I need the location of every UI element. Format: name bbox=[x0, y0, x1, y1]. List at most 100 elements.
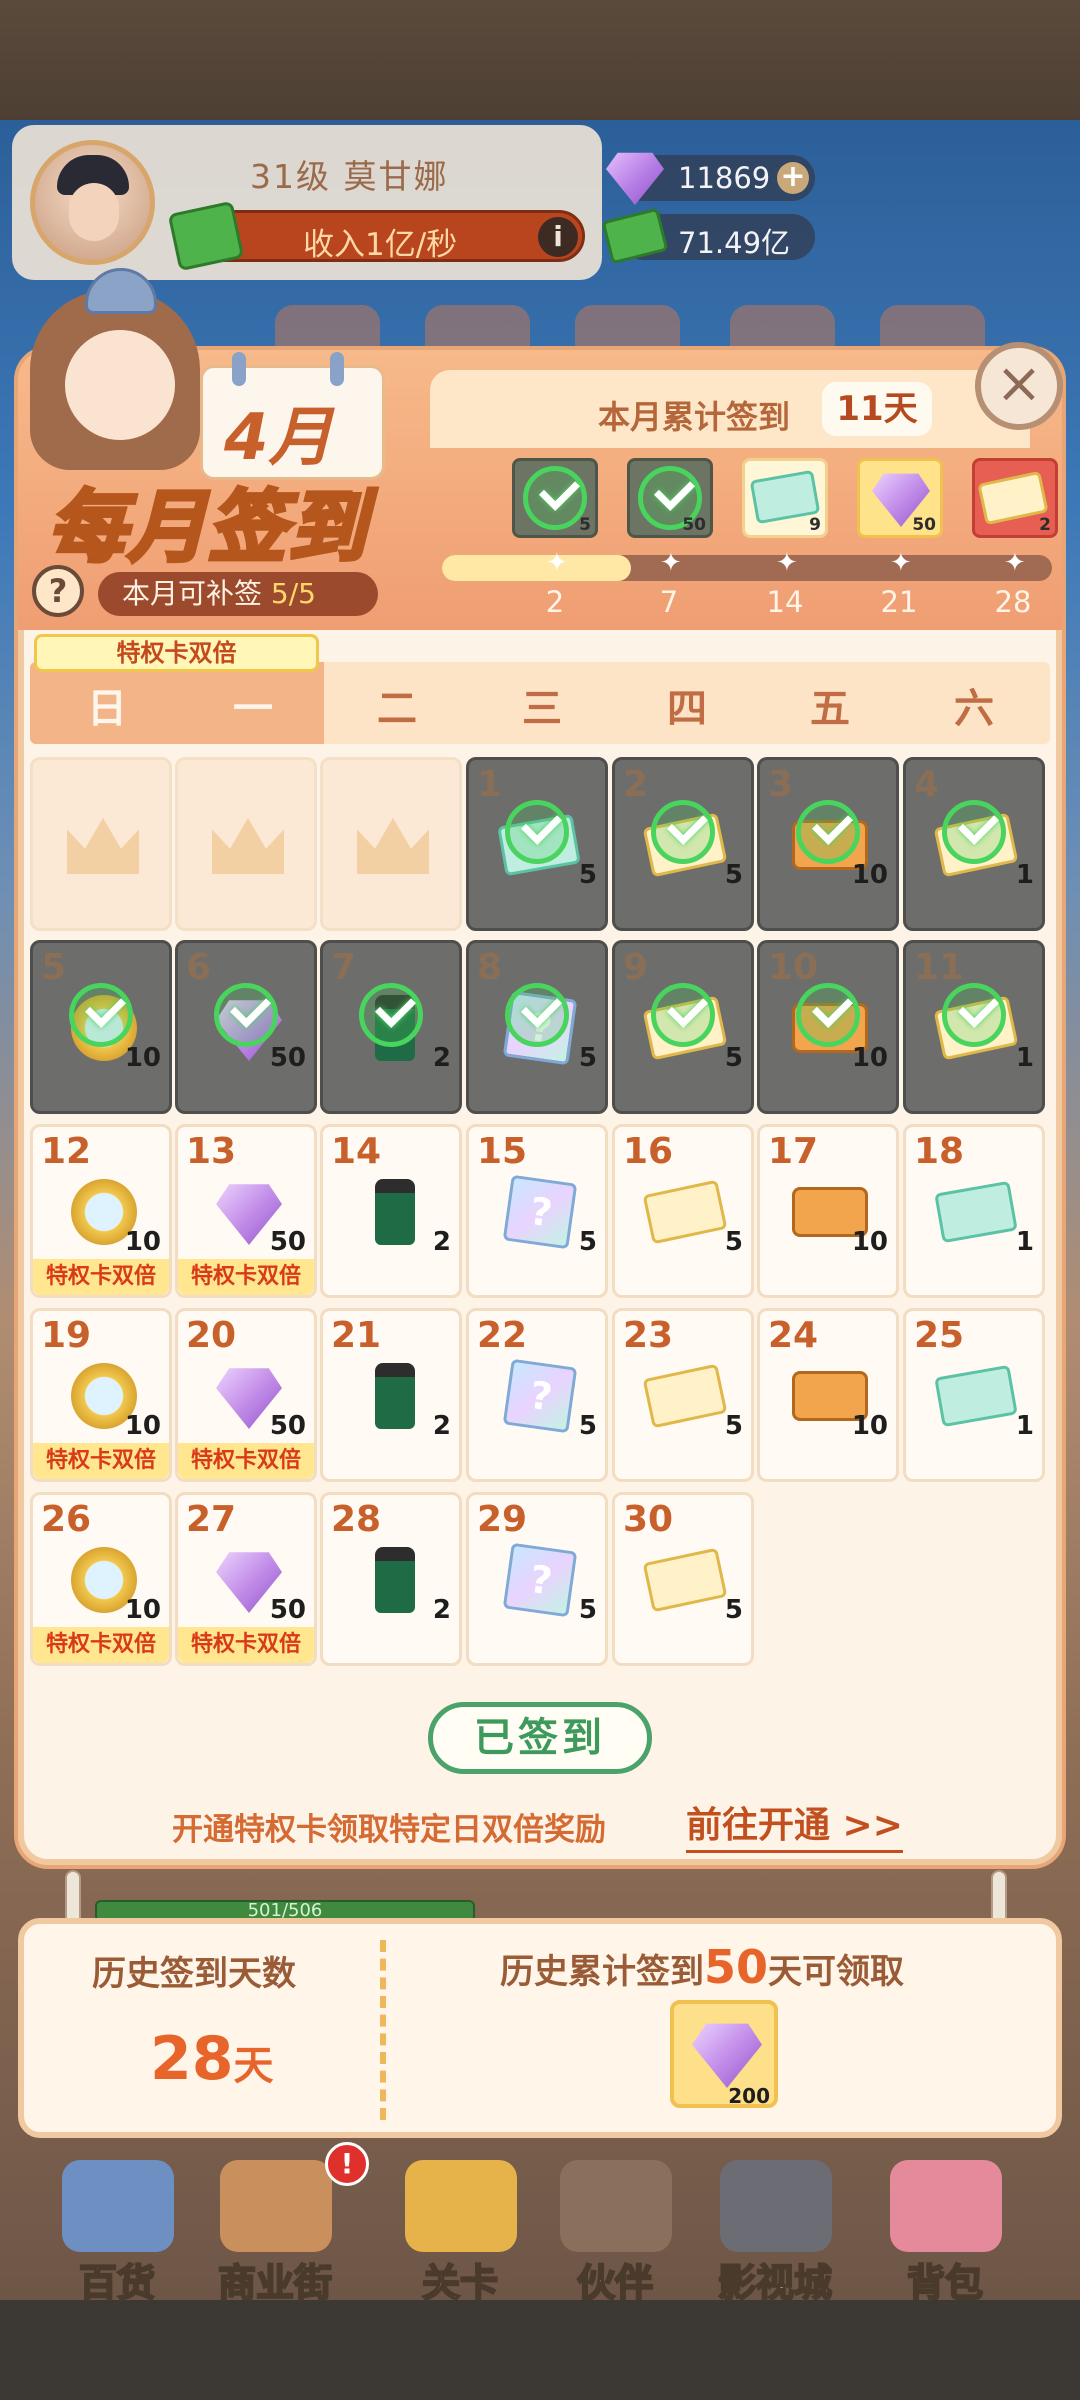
reward-qty: 5 bbox=[578, 860, 597, 890]
nav-item-5[interactable]: 背包 bbox=[870, 2150, 1020, 2306]
accumulated-signin-days: 11天 bbox=[822, 382, 932, 436]
calendar-day-5[interactable]: 5 10 bbox=[30, 940, 172, 1114]
calendar-day-20[interactable]: 20 50 特权卡双倍 bbox=[175, 1308, 317, 1482]
reward-qty: 50 bbox=[269, 1411, 306, 1441]
milestone-reward-day-14[interactable]: 9 bbox=[742, 458, 828, 538]
calendar-day-17[interactable]: 17 10 bbox=[757, 1124, 899, 1298]
calendar-day-8[interactable]: 85 bbox=[466, 940, 608, 1114]
card-icon bbox=[502, 1174, 578, 1250]
calendar-day-27[interactable]: 27 50 特权卡双倍 bbox=[175, 1492, 317, 1666]
check-icon bbox=[505, 800, 569, 864]
calendar-day-4[interactable]: 41 bbox=[903, 757, 1045, 931]
calendar-day-12[interactable]: 12 10 特权卡双倍 bbox=[30, 1124, 172, 1298]
day-number: 4 bbox=[914, 764, 940, 805]
avatar[interactable] bbox=[30, 140, 155, 265]
nav-item-2[interactable]: 关卡 bbox=[385, 2150, 535, 2306]
calendar-day-19[interactable]: 19 10 特权卡双倍 bbox=[30, 1308, 172, 1482]
reward-qty: 1 bbox=[1015, 1043, 1034, 1073]
reward-qty: 10 bbox=[124, 1227, 161, 1257]
nav-item-0[interactable]: 百货 bbox=[42, 2150, 192, 2306]
day-number: 8 bbox=[477, 947, 503, 988]
milestone-reward-day-7[interactable]: 50 bbox=[627, 458, 713, 538]
day-number: 1 bbox=[477, 764, 503, 805]
milestone-day-label: 21 bbox=[880, 585, 918, 619]
day-number: 29 bbox=[477, 1499, 528, 1540]
milestone-reward-day-28[interactable]: 2 bbox=[972, 458, 1058, 538]
milestone-reward-day-2[interactable]: 5 bbox=[512, 458, 598, 538]
calendar-day-11[interactable]: 11 1 bbox=[903, 940, 1045, 1114]
calendar-day-24[interactable]: 24 10 bbox=[757, 1308, 899, 1482]
add-gems-button[interactable]: + bbox=[777, 162, 809, 194]
milestone-marker: ✦ bbox=[890, 548, 912, 578]
crown-icon bbox=[212, 818, 284, 874]
bottle-icon bbox=[375, 1179, 415, 1245]
day-number: 15 bbox=[477, 1131, 528, 1172]
privilege-double-strip: 特权卡双倍 bbox=[178, 1627, 314, 1663]
day-number: 20 bbox=[186, 1315, 237, 1356]
reward-qty: 10 bbox=[851, 1411, 888, 1441]
nav-icon bbox=[560, 2160, 672, 2252]
reward-qty: 5 bbox=[578, 1227, 597, 1257]
nav-item-3[interactable]: 伙伴 bbox=[540, 2150, 690, 2306]
history-reward-gem[interactable]: 200 bbox=[670, 2000, 778, 2108]
day-number: 26 bbox=[41, 1499, 92, 1540]
calendar-day-28[interactable]: 28 2 bbox=[320, 1492, 462, 1666]
bottle-icon bbox=[375, 1547, 415, 1613]
day-number: 10 bbox=[768, 947, 819, 988]
weekday-mon: 一 bbox=[233, 686, 273, 732]
income-bar[interactable]: 收入1亿/秒 i bbox=[167, 200, 585, 272]
notification-badge: ! bbox=[325, 2142, 369, 2186]
calendar-day-3[interactable]: 3 10 bbox=[757, 757, 899, 931]
day-number: 7 bbox=[331, 947, 357, 988]
calendar-day-15[interactable]: 15 5 bbox=[466, 1124, 608, 1298]
calendar-day-10[interactable]: 10 10 bbox=[757, 940, 899, 1114]
go-activate-link[interactable]: 前往开通 >> bbox=[686, 1796, 903, 1853]
reward-qty: 10 bbox=[851, 860, 888, 890]
calendar-day-21[interactable]: 21 2 bbox=[320, 1308, 462, 1482]
calendar-day-16[interactable]: 16 5 bbox=[612, 1124, 754, 1298]
history-days-value: 28天 bbox=[150, 2024, 274, 2094]
check-icon bbox=[651, 800, 715, 864]
calendar-day-14[interactable]: 14 2 bbox=[320, 1124, 462, 1298]
reward-qty: 2 bbox=[432, 1411, 451, 1441]
weekday-sun: 日 bbox=[87, 686, 127, 732]
calendar-day-2[interactable]: 25 bbox=[612, 757, 754, 931]
check-icon bbox=[942, 800, 1006, 864]
check-icon bbox=[523, 466, 587, 530]
calendar-day-29[interactable]: 29 5 bbox=[466, 1492, 608, 1666]
calendar-day-9[interactable]: 95 bbox=[612, 940, 754, 1114]
calendar-day-6[interactable]: 6 50 bbox=[175, 940, 317, 1114]
reward-qty: 5 bbox=[724, 1227, 743, 1257]
ticket-icon bbox=[642, 1363, 728, 1429]
calendar-day-1[interactable]: 15 bbox=[466, 757, 608, 931]
privilege-double-strip: 特权卡双倍 bbox=[33, 1627, 169, 1663]
reward-qty: 5 bbox=[578, 1595, 597, 1625]
nav-label: 关卡 bbox=[421, 2260, 499, 2306]
milestone-day-label: 2 bbox=[545, 585, 565, 619]
close-button[interactable]: × bbox=[975, 342, 1063, 430]
milestone-reward-day-21[interactable]: 50 bbox=[857, 458, 943, 538]
calendar-day-30[interactable]: 30 5 bbox=[612, 1492, 754, 1666]
help-icon[interactable]: ? bbox=[32, 565, 84, 617]
check-icon bbox=[651, 983, 715, 1047]
nav-label: 商业街 bbox=[217, 2260, 333, 2306]
calendar-day-22[interactable]: 22 5 bbox=[466, 1308, 608, 1482]
nav-item-4[interactable]: 影视城 bbox=[700, 2150, 850, 2306]
calendar-day-7[interactable]: 72 bbox=[320, 940, 462, 1114]
calendar-day-23[interactable]: 23 5 bbox=[612, 1308, 754, 1482]
milestone-day-label: 28 bbox=[994, 585, 1032, 619]
reward-qty: 10 bbox=[124, 1043, 161, 1073]
calendar-day-18[interactable]: 18 1 bbox=[903, 1124, 1045, 1298]
calendar-day-13[interactable]: 13 50 特权卡双倍 bbox=[175, 1124, 317, 1298]
nav-label: 背包 bbox=[906, 2260, 984, 2306]
calendar-day-25[interactable]: 25 1 bbox=[903, 1308, 1045, 1482]
weekday-thu: 四 bbox=[667, 686, 707, 732]
teal-ticket-icon bbox=[934, 1364, 1018, 1428]
info-icon[interactable]: i bbox=[538, 217, 578, 257]
nav-label: 百货 bbox=[78, 2260, 156, 2306]
signed-button[interactable]: 已签到 bbox=[428, 1702, 652, 1774]
income-text: 收入1亿/秒 bbox=[303, 227, 458, 263]
day-number: 22 bbox=[477, 1315, 528, 1356]
check-icon bbox=[505, 983, 569, 1047]
calendar-day-26[interactable]: 26 10 特权卡双倍 bbox=[30, 1492, 172, 1666]
